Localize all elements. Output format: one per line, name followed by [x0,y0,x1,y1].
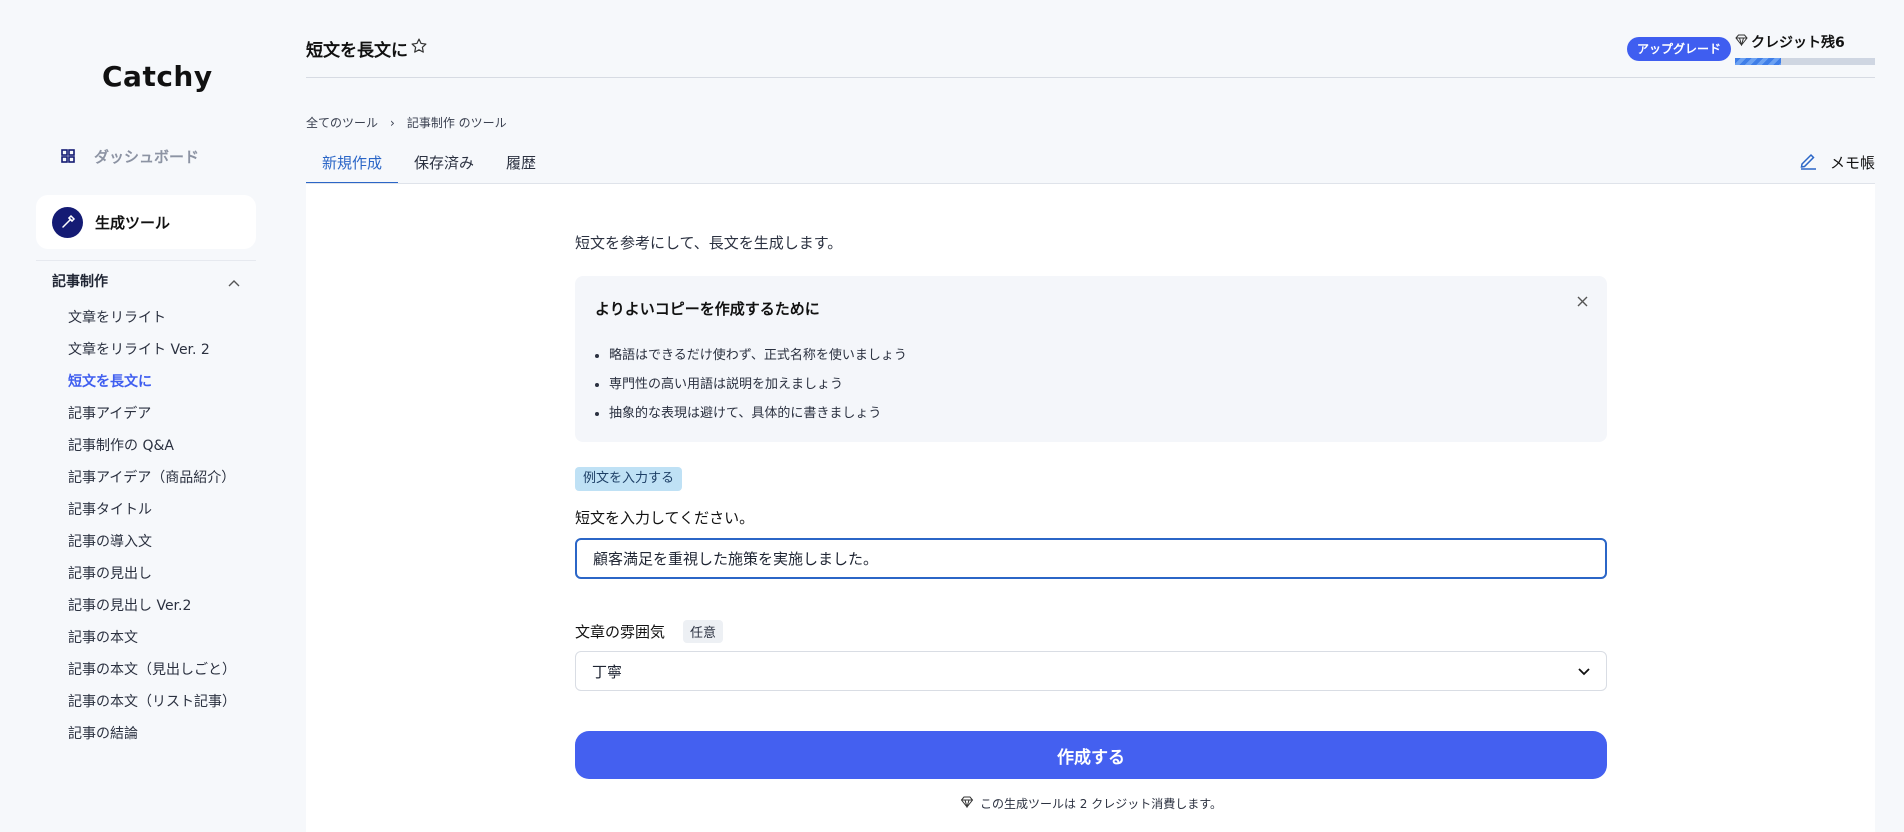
tool-description: 短文を参考にして、長文を生成します。 [575,234,843,252]
sidebar-tool-item[interactable]: 記事の導入文 [68,532,236,564]
chevron-down-icon [1578,662,1590,680]
short-text-input[interactable] [575,538,1607,579]
star-icon[interactable] [410,37,428,59]
wand-icon [52,206,83,238]
sidebar-tool-item[interactable]: 記事タイトル [68,500,236,532]
tab-2[interactable]: 履歴 [490,144,552,184]
sidebar-tool-item[interactable]: 文章をリライト Ver. 2 [68,340,236,372]
chevron-up-icon [228,272,240,291]
tips-list: 略語はできるだけ使わず、正式名称を使いましょう専門性の高い用語は説明を加えましょ… [609,344,907,431]
grid-icon [58,146,78,166]
close-icon[interactable] [1573,292,1591,310]
tips-panel: よりよいコピーを作成するために 略語はできるだけ使わず、正式名称を使いましょう専… [575,276,1607,442]
create-button[interactable]: 作成する [575,731,1607,779]
memo-label: メモ帳 [1829,153,1875,172]
breadcrumb: 全てのツール › 記事制作 のツール [306,114,507,131]
sidebar-item-label: ダッシュボード [94,147,200,166]
sidebar-tool-item[interactable]: 記事の結論 [68,724,236,756]
category-label: 記事制作 [52,274,108,290]
breadcrumb-current[interactable]: 記事制作 のツール [407,114,507,131]
tab-bar: 新規作成 保存済み 履歴 [306,144,552,184]
sidebar-item-label: 生成ツール [95,213,171,232]
tip-item: 抽象的な表現は避けて、具体的に書きましょう [609,402,907,431]
diamond-icon [1735,34,1748,50]
sidebar-tool-item[interactable]: 記事の本文 [68,628,236,660]
pencil-icon [1798,150,1818,174]
sidebar-tool-item[interactable]: 記事の本文（リスト記事） [68,692,236,724]
tip-item: 専門性の高い用語は説明を加えましょう [609,373,907,402]
page-title: 短文を長文に [306,41,408,61]
memo-button[interactable]: メモ帳 [1798,150,1875,174]
sidebar-tool-item[interactable]: 記事アイデア（商品紹介） [68,468,236,500]
short-text-label: 短文を入力してください。 [575,509,755,527]
sidebar: Catchy ダッシュボード 生成ツール 記事制作 文章をリライト 文章をリライト… [0,0,290,832]
credit-display: クレジット残6 [1735,32,1845,52]
header-divider [306,77,1875,78]
credit-progress-fill [1735,58,1782,65]
sidebar-tool-item[interactable]: 文章をリライト [68,308,236,340]
breadcrumb-root[interactable]: 全てのツール [306,114,378,131]
tab-1[interactable]: 保存済み [398,144,490,184]
sidebar-tool-item[interactable]: 記事アイデア [68,404,236,436]
credit-progress-bar [1735,58,1875,65]
mood-label: 文章の雰囲気 [575,623,666,641]
credit-consume-note: この生成ツールは 2 クレジット消費します。 [575,795,1607,812]
tab-0[interactable]: 新規作成 [306,144,399,184]
breadcrumb-separator: › [390,115,395,130]
sidebar-tool-item[interactable]: 短文を長文に [68,372,236,404]
optional-badge: 任意 [683,620,724,643]
sidebar-tool-list: 文章をリライト 文章をリライト Ver. 2 短文を長文に 記事アイデア 記事制作の Q… [68,308,236,756]
sidebar-tool-item[interactable]: 記事制作の Q&A [68,436,236,468]
insert-example-button[interactable]: 例文を入力する [575,467,683,491]
mood-selected-value: 丁寧 [592,662,623,681]
logo[interactable]: Catchy [102,60,213,93]
sidebar-item-tools[interactable]: 生成ツール [36,195,256,249]
mood-select[interactable]: 丁寧 [575,651,1607,691]
sidebar-tool-item[interactable]: 記事の本文（見出しごと） [68,660,236,692]
credit-label: クレジット残6 [1751,35,1845,51]
tip-item: 略語はできるだけ使わず、正式名称を使いましょう [609,344,907,373]
upgrade-button[interactable]: アップグレード [1627,37,1732,61]
consume-text: この生成ツールは 2 クレジット消費します。 [979,797,1223,811]
tips-title: よりよいコピーを作成するために [595,300,820,318]
sidebar-item-dashboard[interactable]: ダッシュボード [36,140,256,172]
sidebar-tool-item[interactable]: 記事の見出し [68,564,236,596]
category-toggle[interactable]: 記事制作 [52,271,240,291]
mood-field-label: 文章の雰囲気 任意 [575,620,724,643]
diamond-icon [960,796,974,811]
sidebar-tool-item[interactable]: 記事の見出し Ver.2 [68,596,236,628]
divider [36,260,256,261]
main-panel: 短文を参考にして、長文を生成します。 よりよいコピーを作成するために 略語はでき… [306,184,1875,832]
